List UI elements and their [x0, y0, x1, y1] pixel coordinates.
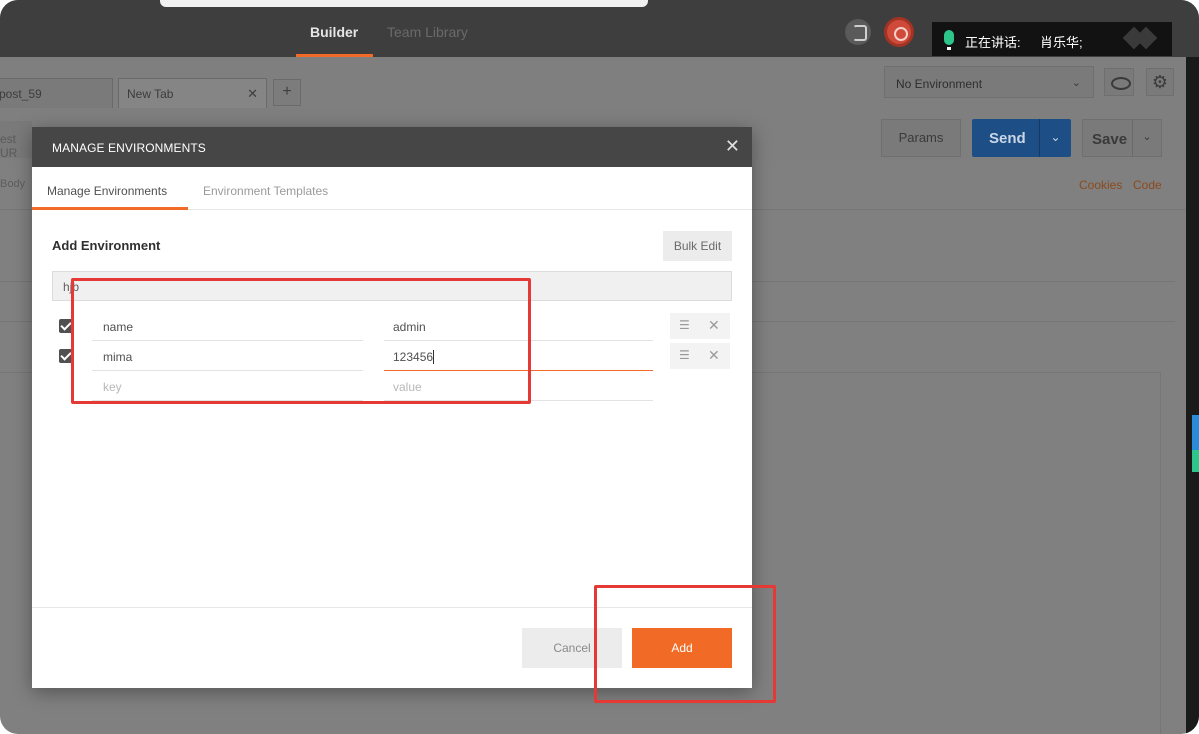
close-tab-icon[interactable]: ✕	[247, 86, 258, 102]
bulk-edit-button[interactable]: Bulk Edit	[663, 231, 732, 261]
close-icon[interactable]: ✕	[725, 136, 740, 157]
chevron-down-icon[interactable]: ⌄	[1132, 120, 1161, 156]
request-tab-new[interactable]: New Tab ✕	[118, 78, 267, 108]
params-button[interactable]: Params	[881, 119, 961, 157]
highlight-box-add	[594, 585, 776, 703]
divider	[1160, 372, 1161, 734]
modal-header: MANAGE ENVIRONMENTS ✕	[32, 127, 752, 167]
row-actions: ☰ ✕	[670, 343, 730, 369]
side-accent	[1192, 450, 1199, 472]
sync-icon[interactable]	[845, 19, 871, 45]
environment-select-value: No Environment	[896, 77, 983, 91]
cookies-link[interactable]: Cookies	[1079, 178, 1122, 192]
drag-handle-icon[interactable]: ☰	[679, 318, 690, 332]
chevron-down-icon[interactable]: ⌄	[1039, 119, 1071, 157]
tab-active-indicator	[32, 207, 188, 210]
environment-select[interactable]: No Environment ⌄	[884, 66, 1094, 98]
send-button[interactable]: Send ⌄	[972, 119, 1071, 157]
speaking-label: 正在讲话:	[965, 35, 1021, 50]
app-window: Builder Team Library 正在讲话: 肖乐华; post_59 …	[0, 0, 1199, 734]
eye-icon[interactable]	[1104, 68, 1134, 96]
delete-row-icon[interactable]: ✕	[708, 317, 720, 334]
speaking-indicator: 正在讲话: 肖乐华;	[932, 22, 1172, 56]
save-button[interactable]: Save ⌄	[1082, 119, 1162, 157]
request-tab-label: New Tab	[127, 87, 174, 101]
request-tab-label: post_59	[0, 87, 42, 101]
interceptor-icon[interactable]	[884, 17, 914, 47]
chevron-down-icon: ⌄	[1071, 77, 1081, 89]
row-actions: ☰ ✕	[670, 313, 730, 339]
microphone-icon	[944, 30, 954, 50]
tab-environment-templates[interactable]: Environment Templates	[203, 184, 328, 198]
body-tab-fragment[interactable]: Body	[0, 178, 25, 190]
tab-manage-environments[interactable]: Manage Environments	[47, 184, 167, 198]
scrollbar[interactable]	[1186, 57, 1199, 734]
logo-icon	[1124, 30, 1158, 48]
request-tab[interactable]: post_59	[0, 78, 113, 108]
title-strip	[160, 0, 648, 7]
modal-title: MANAGE ENVIRONMENTS	[52, 141, 206, 155]
highlight-box-fields	[71, 278, 531, 404]
gear-icon[interactable]: ⚙	[1146, 68, 1174, 96]
section-title: Add Environment	[52, 238, 161, 253]
modal-tabs: Manage Environments Environment Template…	[32, 167, 752, 210]
send-label: Send	[989, 130, 1026, 147]
code-link[interactable]: Code	[1133, 178, 1162, 192]
url-input-fragment[interactable]: est UR	[0, 121, 32, 160]
save-label: Save	[1092, 131, 1128, 148]
add-tab-button[interactable]: +	[273, 79, 301, 106]
speaking-name: 肖乐华;	[1040, 35, 1083, 50]
nav-tab-team-library[interactable]: Team Library	[387, 24, 468, 40]
drag-handle-icon[interactable]: ☰	[679, 348, 690, 362]
delete-row-icon[interactable]: ✕	[708, 347, 720, 364]
nav-tab-builder[interactable]: Builder	[310, 24, 358, 40]
